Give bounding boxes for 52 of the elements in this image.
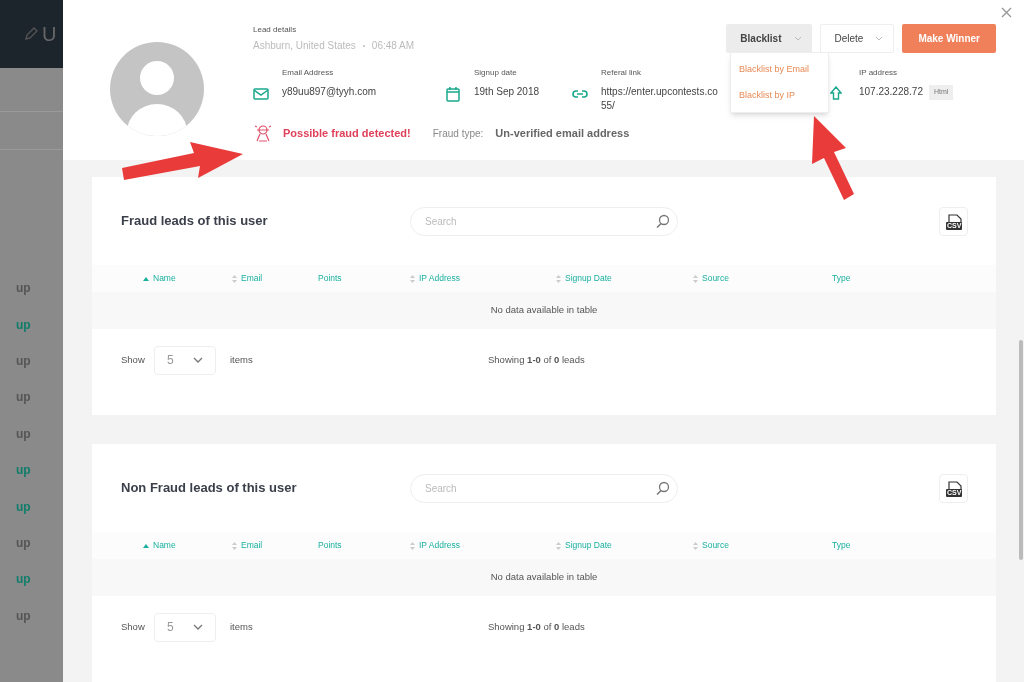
logo-icon[interactable]: up — [16, 315, 31, 334]
column-header[interactable]: IP Address — [410, 272, 556, 285]
column-header[interactable]: Email — [232, 539, 318, 552]
field-value: 19th Sep 2018 — [474, 85, 540, 99]
fraud-type: Un-verified email address — [495, 125, 630, 141]
column-header[interactable]: Signup Date — [556, 272, 693, 285]
column-header[interactable]: Email — [232, 272, 318, 285]
empty-message: No data available in table — [490, 570, 598, 585]
page-size-select[interactable]: 5 — [154, 612, 216, 642]
page-size-select[interactable]: 5 — [154, 345, 216, 375]
fraud-alert-text: Possible fraud detected! — [283, 125, 411, 141]
make-winner-button[interactable]: Make Winner — [902, 24, 996, 53]
field-label: Signup date — [474, 67, 517, 79]
logo-icon[interactable]: up — [16, 570, 31, 589]
column-header[interactable]: Source — [693, 272, 832, 285]
dropdown-button[interactable]: Blacklist — [726, 24, 812, 53]
items-label: items — [230, 352, 254, 367]
search-field[interactable]: Search — [410, 206, 678, 236]
table-title: Non Fraud leads of this user — [121, 479, 298, 498]
pagination-summary: Showing 1-0 of 0 leads — [488, 352, 585, 367]
table-title: Fraud leads of this user — [121, 212, 269, 231]
dropdown-button[interactable]: Delete — [819, 24, 895, 53]
logo-icon[interactable]: up — [16, 497, 31, 516]
app-title: U — [42, 22, 57, 47]
empty-message: No data available in table — [490, 303, 598, 318]
column-header[interactable]: Points — [318, 539, 410, 552]
search-field[interactable]: Search — [410, 473, 678, 503]
field-label: IP address — [859, 67, 898, 79]
fraud-type-label: Fraud type: — [432, 126, 484, 141]
field-value: 107.23.228.72 — [859, 85, 923, 99]
column-header[interactable]: Name — [143, 539, 232, 552]
column-header[interactable]: Type — [832, 539, 912, 552]
column-header[interactable]: Name — [143, 272, 232, 285]
column-header[interactable]: Type — [832, 272, 912, 285]
column-header[interactable]: Signup Date — [556, 539, 693, 552]
time: 06:48 AM — [371, 39, 415, 53]
field-label: Email Address — [282, 67, 334, 79]
show-label: Show — [121, 352, 146, 367]
items-label: items — [230, 619, 254, 634]
section-label: Lead details — [253, 24, 298, 36]
column-header[interactable]: Source — [693, 539, 832, 552]
column-header[interactable]: Points — [318, 272, 410, 285]
column-header[interactable]: IP Address — [410, 539, 556, 552]
field-value: y89uu897@tyyh.com — [282, 85, 377, 99]
field-label: Referal link — [601, 67, 641, 79]
pagination-summary: Showing 1-0 of 0 leads — [488, 619, 585, 634]
logo-icon[interactable]: up — [16, 461, 31, 480]
show-label: Show — [121, 619, 146, 634]
menu-item[interactable]: Blacklist by IP — [731, 82, 828, 108]
menu-item[interactable]: Blacklist by Email — [731, 57, 828, 83]
field-value: https://enter.upcontests.co 55/ — [601, 85, 718, 113]
location: Ashburn, United States — [253, 39, 356, 53]
